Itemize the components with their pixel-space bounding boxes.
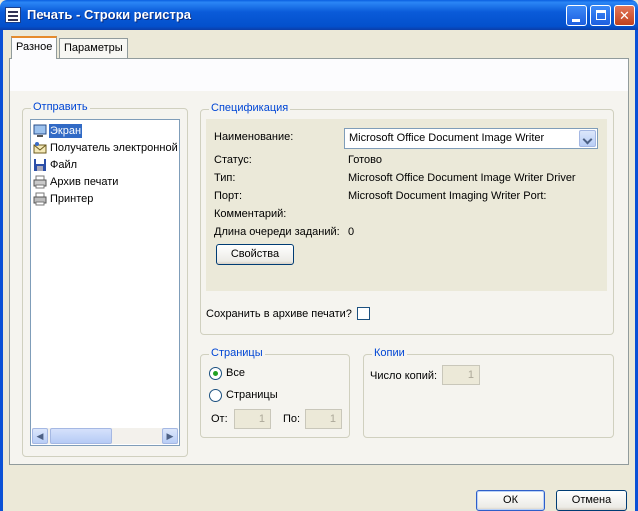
maximize-icon bbox=[596, 10, 606, 20]
save-archive-checkbox[interactable] bbox=[357, 307, 370, 320]
chevron-down-icon[interactable] bbox=[579, 130, 596, 147]
scroll-thumb[interactable] bbox=[50, 428, 112, 444]
queue-value: 0 bbox=[348, 226, 355, 238]
queue-label: Длина очереди заданий: bbox=[214, 226, 340, 238]
send-legend: Отправить bbox=[31, 101, 90, 113]
type-value: Microsoft Office Document Image Writer D… bbox=[348, 172, 576, 184]
all-pages-radio[interactable] bbox=[209, 367, 222, 380]
from-input[interactable]: 1 bbox=[234, 409, 271, 429]
to-label: По: bbox=[283, 413, 301, 425]
floppy-disk-icon bbox=[34, 159, 46, 171]
list-item-label: Принтер bbox=[50, 193, 94, 205]
send-list[interactable]: Экран Получатель электронной Файл Архив … bbox=[30, 119, 180, 446]
close-icon: ✕ bbox=[619, 8, 630, 23]
port-value: Microsoft Document Imaging Writer Port: bbox=[348, 190, 547, 202]
minimize-button[interactable] bbox=[566, 5, 587, 26]
pages-legend: Страницы bbox=[209, 347, 265, 359]
port-label: Порт: bbox=[214, 190, 242, 202]
printer-select[interactable]: Microsoft Office Document Image Writer bbox=[344, 128, 598, 149]
comment-label: Комментарий: bbox=[214, 208, 287, 220]
mail-recipient-icon bbox=[33, 142, 47, 154]
copies-label: Число копий: bbox=[370, 370, 438, 382]
properties-button[interactable]: Свойства bbox=[216, 244, 294, 265]
status-value: Готово bbox=[348, 154, 382, 166]
cancel-button[interactable]: Отмена bbox=[556, 490, 627, 511]
status-label: Статус: bbox=[214, 154, 252, 166]
tab-misc[interactable]: Разное bbox=[11, 36, 58, 59]
window-title: Печать - Строки регистра bbox=[27, 7, 192, 22]
screen-icon bbox=[33, 124, 47, 137]
list-item-label: Экран bbox=[49, 124, 83, 138]
print-archive-icon bbox=[33, 175, 47, 189]
close-button[interactable]: ✕ bbox=[614, 5, 635, 26]
copies-group: Копии bbox=[363, 347, 614, 438]
list-item-label: Файл bbox=[50, 159, 78, 171]
tab-panel-header bbox=[10, 59, 628, 91]
printer-icon bbox=[33, 192, 47, 206]
list-item-label: Получатель электронной bbox=[50, 142, 178, 154]
page-range-label: Страницы bbox=[226, 389, 278, 401]
spec-legend: Спецификация bbox=[209, 102, 291, 114]
window-icon bbox=[5, 7, 21, 23]
printer-select-value: Microsoft Office Document Image Writer bbox=[349, 132, 545, 144]
maximize-button[interactable] bbox=[590, 5, 611, 26]
type-label: Тип: bbox=[214, 172, 236, 184]
title-bar[interactable]: Печать - Строки регистра ✕ bbox=[0, 0, 638, 30]
name-label: Наименование: bbox=[214, 131, 294, 143]
all-pages-label: Все bbox=[226, 367, 245, 379]
to-input[interactable]: 1 bbox=[305, 409, 342, 429]
scroll-left-button[interactable]: ◀ bbox=[32, 428, 48, 444]
page-range-radio[interactable] bbox=[209, 389, 222, 402]
save-archive-label: Сохранить в архиве печати? bbox=[206, 308, 352, 320]
copies-input[interactable]: 1 bbox=[442, 365, 480, 385]
copies-legend: Копии bbox=[372, 347, 407, 359]
list-item-label: Архив печати bbox=[50, 176, 119, 188]
ok-button[interactable]: ОК bbox=[476, 490, 545, 511]
scroll-right-button[interactable]: ▶ bbox=[162, 428, 178, 444]
from-label: От: bbox=[211, 413, 228, 425]
minimize-icon bbox=[572, 19, 580, 22]
tab-parameters[interactable]: Параметры bbox=[59, 38, 128, 58]
horizontal-scrollbar[interactable]: ◀ ▶ bbox=[32, 428, 178, 444]
